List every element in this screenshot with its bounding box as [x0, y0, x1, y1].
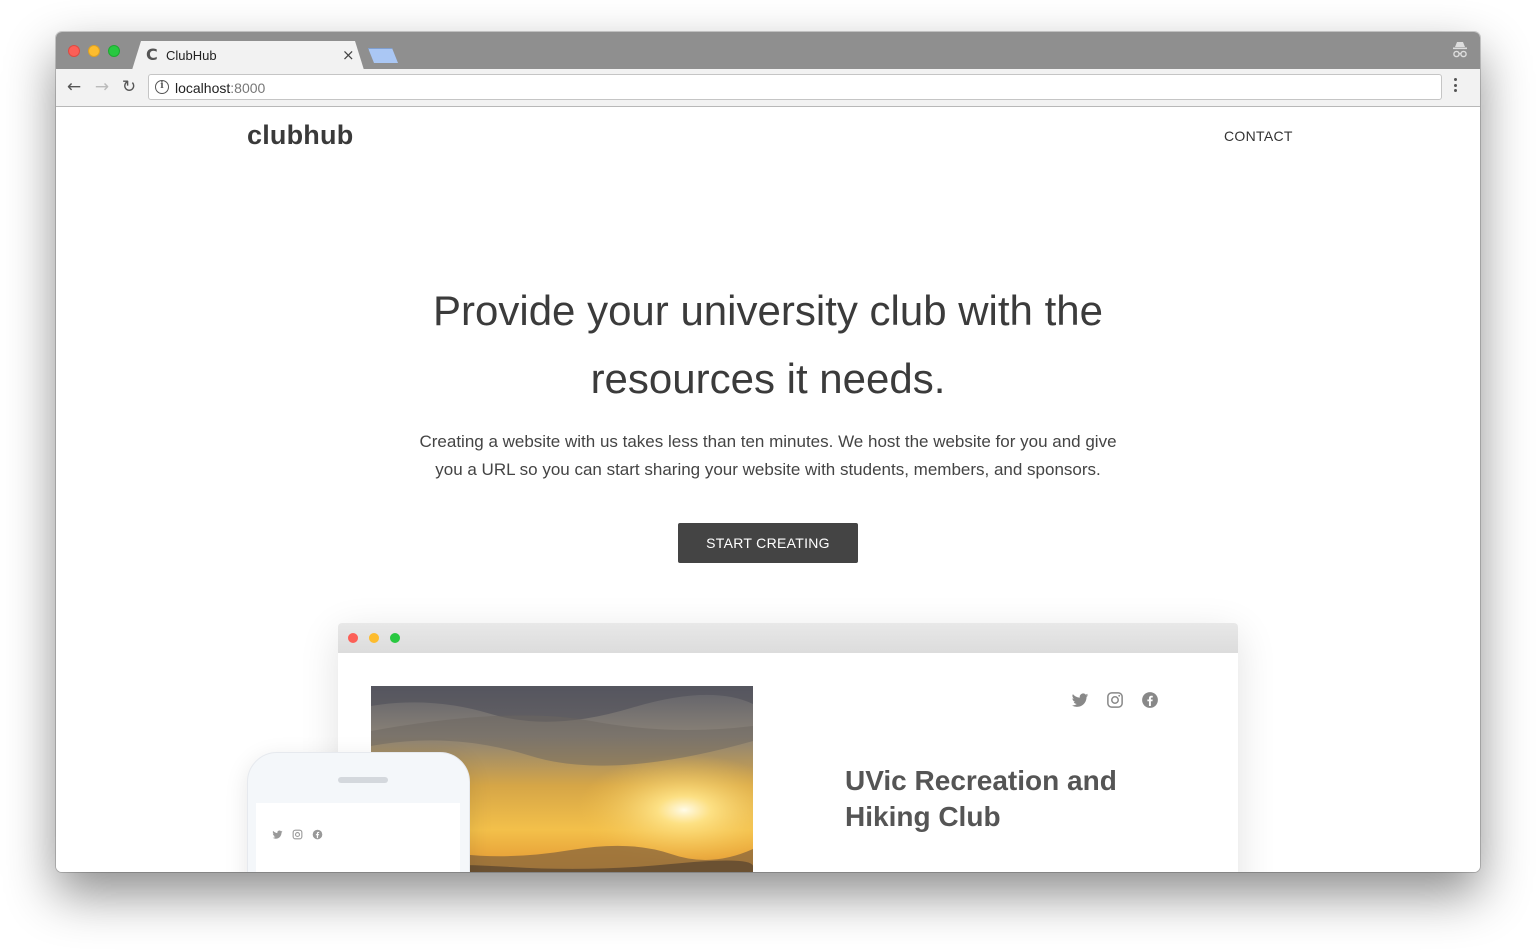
new-tab-button[interactable]: [368, 48, 398, 63]
preview-browser-mockup: UVic Recreation and Hiking Club: [338, 623, 1238, 872]
reload-icon[interactable]: ↻: [119, 77, 139, 97]
browser-window: C ClubHub × ← → ↻ i localhost:8000 ☆ clu…: [56, 32, 1480, 872]
phone-speaker: [338, 777, 388, 783]
phone-instagram-icon[interactable]: [292, 829, 303, 840]
browser-titlebar: C ClubHub ×: [56, 32, 1480, 70]
url-text[interactable]: localhost:8000: [175, 80, 265, 96]
address-bar[interactable]: i localhost:8000 ☆: [148, 74, 1442, 100]
mockup-yellow-dot: [369, 633, 379, 643]
club-title: UVic Recreation and Hiking Club: [845, 765, 1117, 832]
start-creating-button[interactable]: START CREATING: [678, 523, 858, 563]
forward-icon[interactable]: →: [92, 77, 112, 97]
site-logo[interactable]: clubhub: [247, 120, 353, 151]
back-icon[interactable]: ←: [64, 77, 84, 97]
minimize-window-button[interactable]: [88, 45, 100, 57]
instagram-icon[interactable]: [1106, 691, 1124, 709]
browser-tab-active[interactable]: C ClubHub ×: [132, 41, 364, 70]
hero-subtitle: Creating a website with us takes less th…: [419, 432, 1117, 479]
phone-facebook-icon[interactable]: [312, 829, 323, 840]
browser-toolbar: ← → ↻ i localhost:8000 ☆: [56, 69, 1480, 107]
nav-contact-link[interactable]: CONTACT: [1224, 128, 1293, 144]
twitter-icon[interactable]: [1071, 691, 1089, 709]
menu-icon[interactable]: [1454, 78, 1458, 96]
facebook-icon[interactable]: [1141, 691, 1159, 709]
incognito-icon: [1453, 42, 1467, 58]
close-window-button[interactable]: [68, 45, 80, 57]
maximize-window-button[interactable]: [108, 45, 120, 57]
hero-title: Provide your university club with the re…: [433, 287, 1103, 402]
info-icon[interactable]: i: [155, 80, 169, 94]
phone-mockup: [247, 752, 470, 872]
mockup-green-dot: [390, 633, 400, 643]
url-host: localhost: [175, 80, 231, 96]
phone-screen: [256, 803, 460, 872]
mockup-titlebar: [338, 623, 1238, 653]
tab-title: ClubHub: [166, 48, 217, 63]
url-port: :8000: [230, 80, 266, 96]
mockup-red-dot: [348, 633, 358, 643]
page-content: clubhub CONTACT Provide your university …: [56, 107, 1480, 872]
phone-twitter-icon[interactable]: [272, 829, 283, 840]
tab-close-icon[interactable]: ×: [342, 46, 355, 64]
clubhub-favicon-icon: C: [146, 45, 158, 64]
